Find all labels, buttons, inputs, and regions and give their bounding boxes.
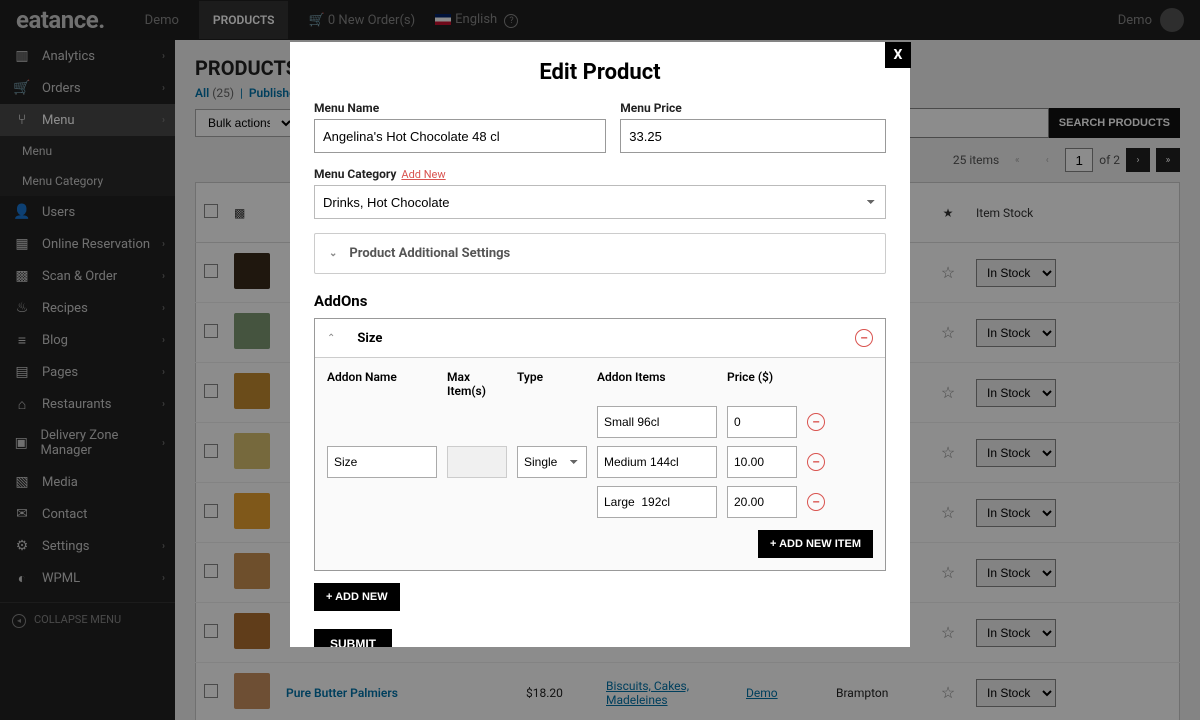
menu-price-label: Menu Price xyxy=(620,101,886,115)
col-addon-price: Price ($) xyxy=(727,370,797,398)
additional-settings-toggle[interactable]: ⌄ Product Additional Settings xyxy=(315,234,885,273)
submit-button[interactable]: SUBMIT xyxy=(314,629,392,647)
chevron-up-icon[interactable]: ⌃ xyxy=(327,333,335,344)
addon-group: ⌃ Size – Addon Name Max Item(s) Type Add… xyxy=(314,318,886,571)
remove-addon-item[interactable]: – xyxy=(807,493,825,511)
remove-addon-item[interactable]: – xyxy=(807,453,825,471)
edit-product-modal: X Edit Product Menu Name Menu Price Menu… xyxy=(290,42,910,647)
additional-settings-label: Product Additional Settings xyxy=(349,246,510,261)
addon-item-price-input[interactable] xyxy=(727,486,797,518)
addon-item-row: – xyxy=(597,446,825,478)
remove-addon-group[interactable]: – xyxy=(855,329,873,347)
modal-backdrop[interactable]: X Edit Product Menu Name Menu Price Menu… xyxy=(0,0,1200,720)
add-new-addon-button[interactable]: + ADD NEW xyxy=(314,583,400,611)
addon-item-label-input[interactable] xyxy=(597,446,717,478)
menu-category-select[interactable]: Drinks, Hot Chocolate xyxy=(314,185,886,219)
addon-name-input[interactable] xyxy=(327,446,437,478)
menu-name-label: Menu Name xyxy=(314,101,606,115)
modal-title: Edit Product xyxy=(314,60,886,85)
addon-type-select[interactable]: Single xyxy=(517,446,587,478)
additional-settings-card: ⌄ Product Additional Settings xyxy=(314,233,886,274)
addons-section-title: AddOns xyxy=(314,292,886,310)
addon-group-title: Size xyxy=(357,331,382,346)
menu-name-input[interactable] xyxy=(314,119,606,153)
menu-category-label: Menu Category Add New xyxy=(314,167,886,181)
add-new-item-button[interactable]: + ADD NEW ITEM xyxy=(758,530,873,558)
col-addon-items: Addon Items xyxy=(597,370,717,398)
addon-item-row: – xyxy=(597,486,825,518)
remove-addon-item[interactable]: – xyxy=(807,413,825,431)
col-addon-type: Type xyxy=(517,370,587,398)
add-new-category-link[interactable]: Add New xyxy=(401,168,445,181)
addon-item-price-input[interactable] xyxy=(727,406,797,438)
chevron-down-icon: ⌄ xyxy=(329,248,337,259)
modal-close-button[interactable]: X xyxy=(885,42,911,68)
col-addon-name: Addon Name xyxy=(327,370,437,398)
addon-item-row: – xyxy=(597,406,825,438)
menu-price-input[interactable] xyxy=(620,119,886,153)
addon-item-price-input[interactable] xyxy=(727,446,797,478)
col-addon-max: Max Item(s) xyxy=(447,370,507,398)
addon-item-label-input[interactable] xyxy=(597,486,717,518)
addon-item-label-input[interactable] xyxy=(597,406,717,438)
addon-max-input[interactable] xyxy=(447,446,507,478)
